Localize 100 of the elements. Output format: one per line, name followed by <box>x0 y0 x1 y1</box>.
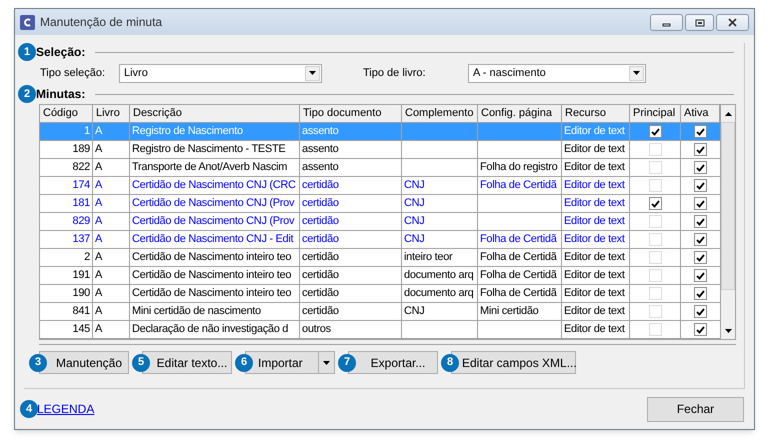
table-cell: Editor de text <box>564 233 625 245</box>
window-title: Manutenção de minuta <box>40 14 164 31</box>
checkbox[interactable] <box>694 143 707 156</box>
table-cell: CNJ <box>404 179 424 191</box>
minimize-button[interactable] <box>650 14 683 30</box>
table-cell: Editor de text <box>564 251 625 263</box>
table-cell: A <box>95 161 102 173</box>
table-cell: A <box>95 251 102 263</box>
table-cell: CNJ <box>404 233 424 245</box>
table-cell: Editor de text <box>564 323 625 335</box>
caret-icon <box>323 360 330 364</box>
table-cell: certidão <box>302 287 339 299</box>
table-row[interactable]: 822 A Transporte de Anot/Averb Nascim assento Folha do registro Editor de text <box>40 159 720 177</box>
table-cell: CNJ <box>404 197 424 209</box>
dropdown-field[interactable]: Livro <box>119 64 322 82</box>
table-cell: 2 <box>84 251 90 263</box>
table-row[interactable]: 2 A Certidão de Nascimento inteiro teo certidão inteiro teor Folha de Certidã Editor de text <box>40 249 720 267</box>
table-cell: documento arq <box>404 287 474 299</box>
table-cell: 181 <box>72 197 90 209</box>
checkbox[interactable] <box>694 161 707 174</box>
table-cell: A <box>95 143 102 155</box>
table-cell: Folha do registro <box>480 161 558 173</box>
table-cell: Certidão de Nascimento CNJ (Prov <box>132 215 294 227</box>
number-badge: 2 <box>18 85 36 103</box>
table-cell: certidão <box>302 179 339 191</box>
table-cell: Folha de Certidã <box>480 287 557 299</box>
checkbox[interactable] <box>694 323 707 336</box>
table-cell: Editor de text <box>564 143 625 155</box>
table-cell: outros <box>302 323 331 335</box>
table-cell: Folha de Certidã <box>480 179 557 191</box>
checkbox[interactable] <box>694 215 707 228</box>
table-cell: certidão <box>302 215 339 227</box>
table-cell: Registro de Nascimento <box>132 125 243 137</box>
table-cell: 145 <box>72 323 90 335</box>
table-cell: inteiro teor <box>404 251 452 263</box>
close-icon <box>726 18 739 26</box>
table-cell: A <box>95 215 102 227</box>
checkbox[interactable] <box>694 179 707 192</box>
table-cell: Mini certidão <box>480 305 538 317</box>
close-button[interactable] <box>716 14 749 30</box>
table-cell: documento arq <box>404 269 474 281</box>
dropdown-field[interactable]: A - nascimento <box>468 64 646 82</box>
checkbox[interactable] <box>694 197 707 210</box>
table-row[interactable]: 137 A Certidão de Nascimento CNJ - Edit certidão CNJ Folha de Certidã Editor de text <box>40 231 720 249</box>
table-row[interactable]: 145 A Declaração de não investigação d outros Editor de text <box>40 321 720 339</box>
table-cell: Certidão de Nascimento CNJ - Edit <box>132 233 294 245</box>
section-title: Seleção: <box>36 44 86 61</box>
table-cell: Registro de Nascimento - TESTE <box>132 143 286 155</box>
import-button[interactable]: Importar <box>256 352 318 373</box>
table-cell: 189 <box>72 143 90 155</box>
table-row[interactable]: 189 A Registro de Nascimento - TESTE assento Editor de text <box>40 141 720 159</box>
table-cell: Editor de text <box>564 179 625 191</box>
table-row[interactable]: 829 A Certidão de Nascimento CNJ (Prov certidão CNJ Editor de text <box>40 213 720 231</box>
checkbox[interactable] <box>648 125 662 138</box>
number-badge: 4 <box>20 400 38 418</box>
checkbox[interactable] <box>648 197 662 210</box>
table-cell: Certidão de Nascimento CNJ (CRC <box>132 179 296 191</box>
scrollbar[interactable] <box>720 105 735 339</box>
caret-icon <box>309 71 316 75</box>
checkbox[interactable] <box>694 125 707 138</box>
table-cell: Certidão de Nascimento inteiro teo <box>132 251 292 263</box>
close-dialog-button[interactable]: Fechar <box>647 396 744 422</box>
table-cell: Editor de text <box>564 161 625 173</box>
table-cell: Editor de text <box>564 287 625 299</box>
table-cell: 191 <box>72 269 90 281</box>
table-row[interactable]: 174 A Certidão de Nascimento CNJ (CRC certidão CNJ Folha de Certidã Editor de text <box>40 177 720 195</box>
table-row[interactable]: 191 A Certidão de Nascimento inteiro teo certidão documento arq Folha de Certidã Editor de text <box>40 267 720 285</box>
number-badge: 1 <box>18 43 36 61</box>
table-cell: Folha de Certidã <box>480 233 557 245</box>
table-cell: certidão <box>302 251 339 263</box>
table-cell: A <box>95 179 102 191</box>
checkbox[interactable] <box>694 305 707 318</box>
number-badge: 8 <box>441 354 459 372</box>
table-cell: assento <box>302 125 338 137</box>
checkbox[interactable] <box>694 287 707 300</box>
table-cell: A <box>95 305 102 317</box>
table-row[interactable]: 181 A Certidão de Nascimento CNJ (Prov certidão CNJ Editor de text <box>40 195 720 213</box>
table-cell: Folha de Certidã <box>480 269 557 281</box>
table-cell: A <box>95 125 102 137</box>
table-cell: Transporte de Anot/Averb Nascim <box>132 161 288 173</box>
table-cell: 841 <box>72 305 90 317</box>
number-badge: 5 <box>132 354 150 372</box>
table-cell: CNJ <box>404 305 424 317</box>
table-row[interactable]: 841 A Mini certidão de nascimento certidão CNJ Mini certidão Editor de text <box>40 303 720 321</box>
checkbox[interactable] <box>694 233 707 246</box>
table-cell: 137 <box>72 233 90 245</box>
table-row[interactable]: 190 A Certidão de Nascimento inteiro teo certidão documento arq Folha de Certidã Editor de text <box>40 285 720 303</box>
checkbox[interactable] <box>694 269 707 282</box>
maximize-icon <box>693 18 706 26</box>
table-cell: Certidão de Nascimento CNJ (Prov <box>132 197 294 209</box>
maximize-button[interactable] <box>685 14 714 30</box>
caret-icon <box>724 328 732 332</box>
table-cell: Editor de text <box>564 215 625 227</box>
table-cell: 829 <box>72 215 90 227</box>
checkbox[interactable] <box>694 251 707 264</box>
table-cell: A <box>95 269 102 281</box>
table-cell: Mini certidão de nascimento <box>132 305 261 317</box>
table-cell: A <box>95 287 102 299</box>
legend-link[interactable]: LEGENDA <box>37 400 94 418</box>
table-cell: Certidão de Nascimento inteiro teo <box>132 287 292 299</box>
